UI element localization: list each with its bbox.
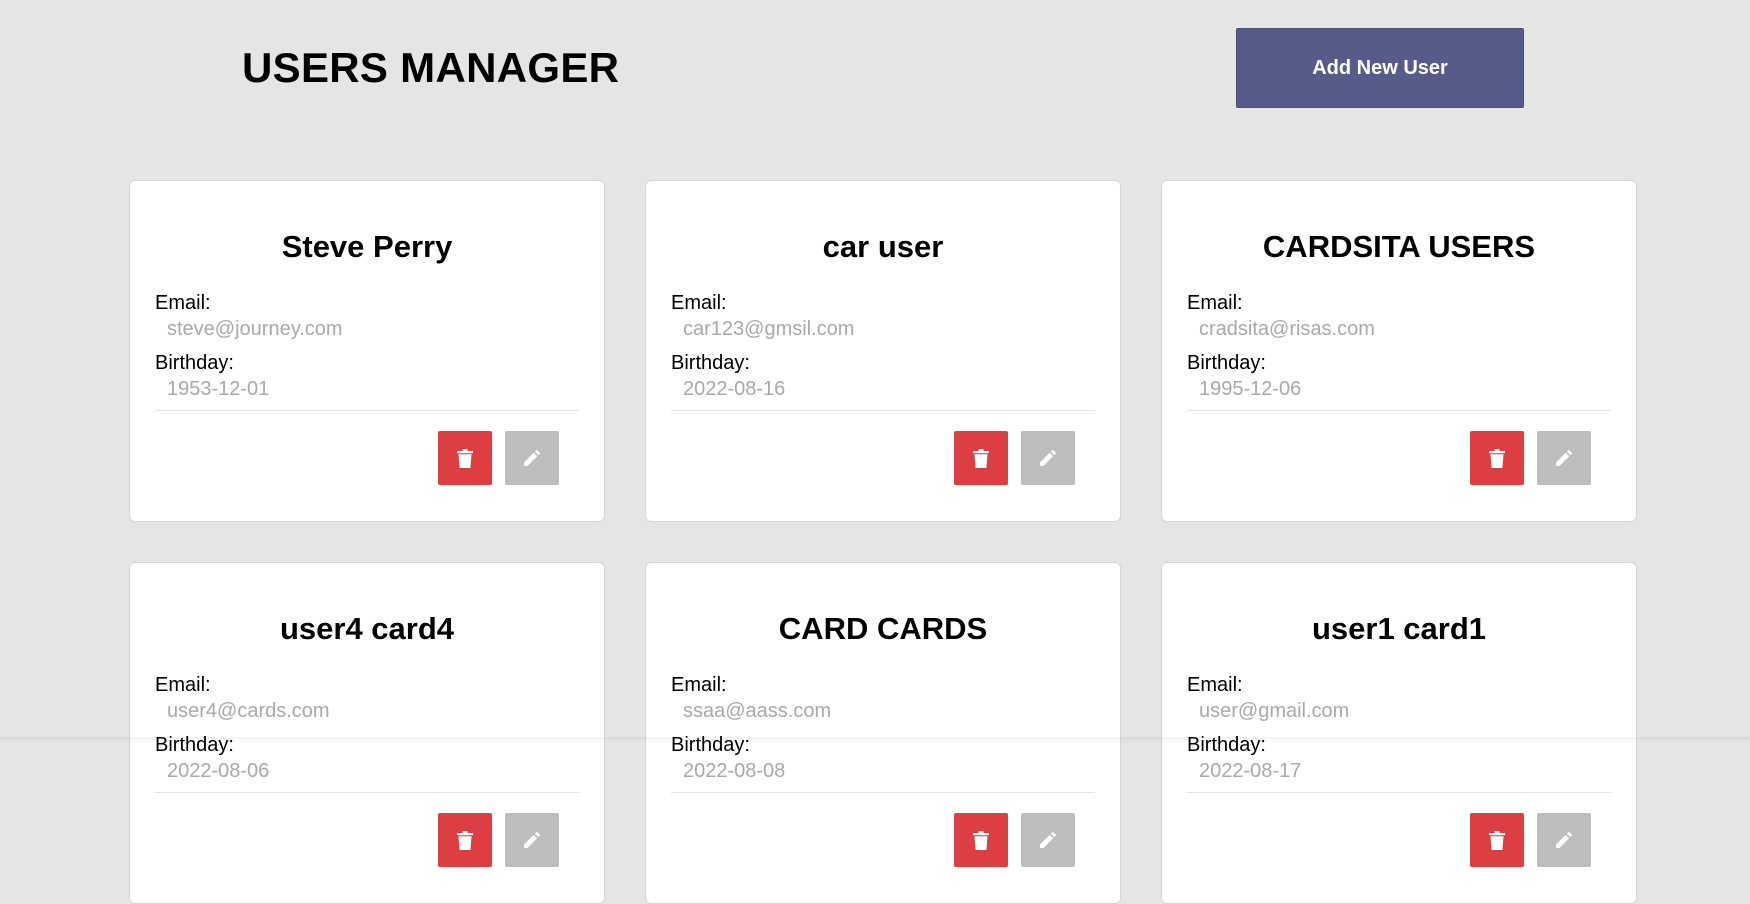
pencil-icon xyxy=(522,448,542,468)
delete-user-button[interactable] xyxy=(438,431,492,485)
birthday-label: Birthday: xyxy=(1187,734,1266,756)
birthday-label: Birthday: xyxy=(155,734,234,756)
user-card: CARD CARDS Email: ssaa@aass.com Birthday… xyxy=(645,562,1121,904)
email-label: Email: xyxy=(671,674,727,696)
email-value: user4@cards.com xyxy=(167,700,330,722)
delete-user-button[interactable] xyxy=(954,813,1008,867)
birthday-value: 2022-08-06 xyxy=(155,759,579,793)
pencil-icon xyxy=(1038,448,1058,468)
birthday-value: 2022-08-16 xyxy=(671,377,1095,411)
user-card: user4 card4 Email: user4@cards.com Birth… xyxy=(129,562,605,904)
email-label: Email: xyxy=(1187,292,1243,314)
birthday-value: 1995-12-06 xyxy=(1187,377,1611,411)
pencil-icon xyxy=(522,830,542,850)
email-label: Email: xyxy=(1187,674,1243,696)
user-name: CARD CARDS xyxy=(778,611,988,646)
pencil-icon xyxy=(1554,448,1574,468)
delete-user-button[interactable] xyxy=(1470,813,1524,867)
delete-user-button[interactable] xyxy=(438,813,492,867)
email-label: Email: xyxy=(155,292,211,314)
trash-icon xyxy=(973,448,989,468)
edit-user-button[interactable] xyxy=(505,813,559,867)
user-name: Steve Perry xyxy=(281,229,453,264)
email-label: Email: xyxy=(155,674,211,696)
trash-icon xyxy=(457,830,473,850)
add-new-user-button[interactable]: Add New User xyxy=(1236,28,1524,108)
user-name: car user xyxy=(822,229,944,264)
trash-icon xyxy=(1489,830,1505,850)
birthday-label: Birthday: xyxy=(671,352,750,374)
email-value: steve@journey.com xyxy=(167,318,343,340)
email-label: Email: xyxy=(671,292,727,314)
edit-user-button[interactable] xyxy=(1021,431,1075,485)
user-card: car user Email: car123@gmsil.com Birthda… xyxy=(645,180,1121,522)
trash-icon xyxy=(1489,448,1505,468)
birthday-value: 2022-08-17 xyxy=(1187,759,1611,793)
birthday-label: Birthday: xyxy=(671,734,750,756)
edit-user-button[interactable] xyxy=(1021,813,1075,867)
birthday-label: Birthday: xyxy=(155,352,234,374)
trash-icon xyxy=(973,830,989,850)
email-value: car123@gmsil.com xyxy=(683,318,855,340)
user-cards-grid: Steve Perry Email: steve@journey.com Bir… xyxy=(129,180,1638,904)
edit-user-button[interactable] xyxy=(505,431,559,485)
edit-user-button[interactable] xyxy=(1537,813,1591,867)
delete-user-button[interactable] xyxy=(1470,431,1524,485)
card-actions xyxy=(954,813,1075,867)
user-card: CARDSITA USERS Email: cradsita@risas.com… xyxy=(1161,180,1637,522)
card-actions xyxy=(438,431,559,485)
page-title: USERS MANAGER xyxy=(242,44,620,91)
user-name: CARDSITA USERS xyxy=(1262,229,1536,264)
delete-user-button[interactable] xyxy=(954,431,1008,485)
user-card: Steve Perry Email: steve@journey.com Bir… xyxy=(129,180,605,522)
birthday-label: Birthday: xyxy=(1187,352,1266,374)
user-name: user4 card4 xyxy=(279,611,455,646)
card-actions xyxy=(954,431,1075,485)
card-actions xyxy=(438,813,559,867)
card-actions xyxy=(1470,813,1591,867)
birthday-value: 1953-12-01 xyxy=(155,377,579,411)
edit-user-button[interactable] xyxy=(1537,431,1591,485)
trash-icon xyxy=(457,448,473,468)
user-card: user1 card1 Email: user@gmail.com Birthd… xyxy=(1161,562,1637,904)
birthday-value: 2022-08-08 xyxy=(671,759,1095,793)
email-value: cradsita@risas.com xyxy=(1199,318,1375,340)
email-value: ssaa@aass.com xyxy=(683,700,832,722)
email-value: user@gmail.com xyxy=(1199,700,1350,722)
user-name: user1 card1 xyxy=(1311,611,1487,646)
pencil-icon xyxy=(1554,830,1574,850)
card-actions xyxy=(1470,431,1591,485)
pencil-icon xyxy=(1038,830,1058,850)
